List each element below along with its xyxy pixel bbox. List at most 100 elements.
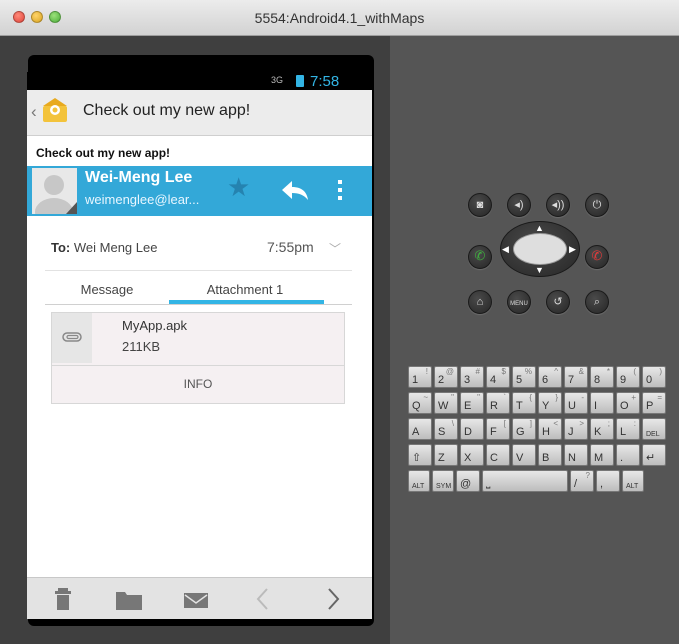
search-button[interactable]: ⌕ — [585, 290, 609, 314]
key[interactable]: F[ — [486, 418, 510, 440]
attachment-filename: MyApp.apk — [122, 318, 188, 333]
star-icon[interactable]: ★ — [227, 174, 250, 200]
attachment-card[interactable]: MyApp.apk 211KB INFO — [51, 312, 345, 404]
key[interactable]: C — [486, 444, 510, 466]
key[interactable]: /? — [570, 470, 594, 492]
mark-unread-icon[interactable] — [182, 586, 210, 612]
key[interactable]: 6 ^ — [538, 366, 562, 388]
dpad-right-icon[interactable]: ▶ — [569, 244, 576, 255]
avatar[interactable] — [32, 168, 77, 214]
menu-button[interactable]: MENU — [507, 290, 531, 314]
key[interactable]: R ` — [486, 392, 510, 414]
back-button[interactable]: ↺ — [546, 290, 570, 314]
info-button[interactable]: INFO — [52, 377, 344, 391]
key[interactable]: J > — [564, 418, 588, 440]
chevron-down-icon[interactable]: ﹀ — [329, 240, 341, 257]
key[interactable]: H < — [538, 418, 562, 440]
key-secondary-label: " — [451, 393, 454, 402]
key[interactable]: 9( — [616, 366, 640, 388]
key[interactable]: ⎵ — [482, 470, 568, 492]
next-icon[interactable] — [319, 586, 347, 612]
key[interactable]: , — [596, 470, 620, 492]
home-button[interactable]: ⌂ — [468, 290, 492, 314]
key[interactable]: S \ — [434, 418, 458, 440]
key[interactable]: K; — [590, 418, 614, 440]
dpad-left-icon[interactable]: ◀ — [502, 244, 509, 255]
sender-header: Wei-Meng Lee weimenglee@lear... ★ — [27, 166, 372, 216]
key-label: I — [594, 400, 598, 412]
key[interactable]: M — [590, 444, 614, 466]
volume-up-button[interactable]: ◂)) — [546, 193, 570, 217]
key[interactable]: 7 & — [564, 366, 588, 388]
key-label: E — [464, 400, 472, 412]
key-label: U — [568, 400, 576, 412]
key-label: ALT — [626, 483, 639, 490]
key[interactable]: O + — [616, 392, 640, 414]
key[interactable]: V — [512, 444, 536, 466]
key[interactable]: . — [616, 444, 640, 466]
dpad-up-icon[interactable]: ▲ — [535, 223, 544, 233]
key-secondary-label: } — [555, 393, 558, 402]
key-secondary-label: ^ — [554, 367, 558, 376]
volume-down-button[interactable]: ◂) — [507, 193, 531, 217]
key[interactable]: Q ~ — [408, 392, 432, 414]
key[interactable]: 4 $ — [486, 366, 510, 388]
key[interactable]: ↵ — [642, 444, 666, 466]
tab-message[interactable]: Message — [45, 282, 169, 297]
key[interactable]: 1! — [408, 366, 432, 388]
email-time: 7:55pm — [267, 239, 314, 255]
dpad-center-button[interactable] — [513, 233, 567, 265]
key[interactable]: E " — [460, 392, 484, 414]
tab-attachment[interactable]: Attachment 1 — [169, 282, 321, 297]
key[interactable]: 5% — [512, 366, 536, 388]
key[interactable]: U- — [564, 392, 588, 414]
emulator-controls-panel — [390, 36, 679, 644]
key[interactable]: G] — [512, 418, 536, 440]
key[interactable]: 2 @ — [434, 366, 458, 388]
trash-icon[interactable] — [49, 586, 77, 612]
key[interactable]: P = — [642, 392, 666, 414]
power-button[interactable]: ⏻ — [585, 193, 609, 217]
key[interactable]: Z — [434, 444, 458, 466]
key-secondary-label: ! — [425, 367, 428, 376]
recipient-row[interactable]: To: Wei Meng Lee — [51, 240, 157, 255]
key-label: X — [464, 452, 472, 464]
key-label: F — [490, 426, 497, 438]
up-navigation-icon[interactable]: ‹ — [31, 102, 37, 122]
key[interactable]: ⇧ — [408, 444, 432, 466]
folder-icon[interactable] — [115, 586, 143, 612]
key-label: L — [620, 426, 627, 438]
key[interactable]: 8 * — [590, 366, 614, 388]
key[interactable]: N — [564, 444, 588, 466]
end-call-button[interactable]: ✆ — [585, 245, 609, 269]
previous-icon[interactable] — [249, 586, 277, 612]
action-bar-title: Check out my new app! — [83, 102, 251, 119]
key[interactable]: 3 # — [460, 366, 484, 388]
key-secondary-label: ~ — [423, 393, 428, 402]
camera-button[interactable]: ◙ — [468, 193, 492, 217]
key[interactable]: ALT — [408, 470, 430, 492]
battery-icon — [296, 75, 304, 87]
key[interactable]: @ — [456, 470, 480, 492]
reply-icon[interactable] — [281, 178, 309, 202]
key-secondary-label: [ — [503, 419, 506, 428]
key-label: H — [542, 426, 550, 438]
key[interactable]: DEL — [642, 418, 666, 440]
overflow-menu-icon[interactable] — [337, 178, 343, 202]
key[interactable]: X — [460, 444, 484, 466]
key[interactable]: ALT — [622, 470, 644, 492]
key[interactable]: L: — [616, 418, 640, 440]
key[interactable]: B — [538, 444, 562, 466]
key[interactable]: T{ — [512, 392, 536, 414]
dpad-down-icon[interactable]: ▼ — [535, 265, 544, 275]
key[interactable]: W " — [434, 392, 458, 414]
key[interactable]: 0) — [642, 366, 666, 388]
call-button[interactable]: ✆ — [468, 245, 492, 269]
key[interactable]: SYM — [432, 470, 454, 492]
key[interactable]: Y} — [538, 392, 562, 414]
email-app-icon[interactable] — [41, 98, 69, 124]
key-label: D — [464, 426, 472, 438]
key[interactable]: I — [590, 392, 614, 414]
key[interactable]: D — [460, 418, 484, 440]
key[interactable]: A — [408, 418, 432, 440]
